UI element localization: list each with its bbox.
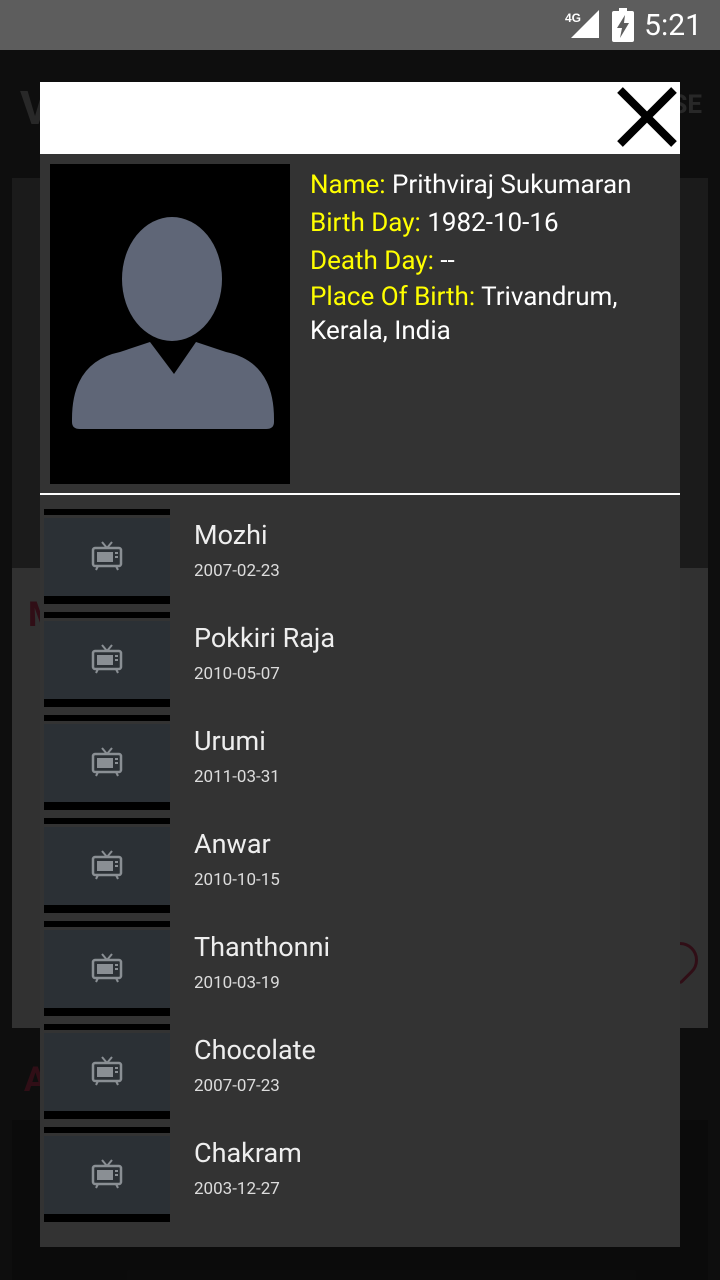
film-strip-bar bbox=[44, 509, 170, 515]
movie-list: Mozhi 2007-02-23 Pokkiri Raja 2010-05-07 Uru… bbox=[40, 509, 680, 1230]
death-day-value: -- bbox=[440, 246, 455, 276]
death-day-label: Death Day: bbox=[310, 246, 434, 276]
movie-release-date: 2003-12-27 bbox=[194, 1179, 280, 1199]
death-day-row: Death Day: -- bbox=[310, 242, 670, 280]
film-strip-bar bbox=[44, 905, 170, 913]
film-strip-bar bbox=[44, 818, 170, 824]
name-value: Prithviraj Sukumaran bbox=[392, 170, 632, 200]
movie-title: Anwar bbox=[194, 828, 271, 860]
svg-text:4G: 4G bbox=[565, 11, 581, 25]
divider bbox=[40, 493, 680, 495]
movie-release-date: 2007-07-23 bbox=[194, 1076, 280, 1096]
person-details: Name: Prithviraj Sukumaran Birth Day: 19… bbox=[310, 166, 670, 348]
status-bar: 4G 5:21 bbox=[0, 0, 720, 50]
birth-day-label: Birth Day: bbox=[310, 208, 421, 238]
movie-thumbnail bbox=[44, 921, 170, 1024]
person-placeholder-icon bbox=[72, 217, 274, 429]
movie-list-item[interactable]: Thanthonni 2010-03-19 bbox=[40, 921, 680, 1024]
movie-list-item[interactable]: Chakram 2003-12-27 bbox=[40, 1127, 680, 1230]
film-strip-bar bbox=[44, 699, 170, 707]
close-button[interactable] bbox=[612, 82, 680, 154]
movie-thumbnail bbox=[44, 818, 170, 921]
film-strip-bar bbox=[44, 921, 170, 927]
film-strip-bar bbox=[44, 715, 170, 721]
tv-placeholder bbox=[44, 518, 170, 596]
movie-list-item[interactable]: Chocolate 2007-07-23 bbox=[40, 1024, 680, 1127]
film-strip-bar bbox=[44, 1008, 170, 1016]
person-dialog: Name: Prithviraj Sukumaran Birth Day: 19… bbox=[40, 82, 680, 1247]
movie-thumbnail bbox=[44, 612, 170, 715]
movie-thumbnail bbox=[44, 1024, 170, 1127]
movie-list-item[interactable]: Pokkiri Raja 2010-05-07 bbox=[40, 612, 680, 715]
tv-placeholder bbox=[44, 930, 170, 1008]
place-of-birth-row: Place Of Birth: Trivandrum, Kerala, Indi… bbox=[310, 280, 670, 348]
profile-photo bbox=[50, 164, 290, 484]
birth-day-value: 1982-10-16 bbox=[427, 208, 559, 238]
movie-title: Pokkiri Raja bbox=[194, 622, 336, 654]
movie-title: Chakram bbox=[194, 1137, 302, 1169]
movie-thumbnail bbox=[44, 715, 170, 818]
signal-4g-icon: 4G bbox=[565, 8, 601, 44]
movie-release-date: 2010-05-07 bbox=[194, 664, 280, 684]
movie-list-item[interactable]: Anwar 2010-10-15 bbox=[40, 818, 680, 921]
film-strip-bar bbox=[44, 1024, 170, 1030]
film-strip-bar bbox=[44, 1127, 170, 1133]
tv-placeholder bbox=[44, 1033, 170, 1111]
movie-list-item[interactable]: Mozhi 2007-02-23 bbox=[40, 509, 680, 612]
movie-title: Mozhi bbox=[194, 519, 268, 551]
film-strip-bar bbox=[44, 802, 170, 810]
name-label: Name: bbox=[310, 170, 386, 200]
movie-title: Urumi bbox=[194, 725, 266, 757]
film-strip-bar bbox=[44, 612, 170, 618]
movie-list-item[interactable]: Urumi 2011-03-31 bbox=[40, 715, 680, 818]
clock: 5:21 bbox=[644, 8, 702, 43]
movie-title: Thanthonni bbox=[194, 931, 331, 963]
birth-day-row: Birth Day: 1982-10-16 bbox=[310, 204, 670, 242]
movie-release-date: 2010-03-19 bbox=[194, 973, 280, 993]
battery-charging-icon bbox=[612, 8, 634, 46]
film-strip-bar bbox=[44, 1214, 170, 1222]
tv-placeholder bbox=[44, 724, 170, 802]
tv-placeholder bbox=[44, 827, 170, 905]
film-strip-bar bbox=[44, 596, 170, 604]
tv-placeholder bbox=[44, 1136, 170, 1214]
dialog-header bbox=[40, 82, 680, 154]
movie-release-date: 2007-02-23 bbox=[194, 561, 280, 581]
movie-thumbnail bbox=[44, 509, 170, 612]
film-strip-bar bbox=[44, 1111, 170, 1119]
movie-release-date: 2011-03-31 bbox=[194, 767, 280, 787]
place-of-birth-label: Place Of Birth: bbox=[310, 282, 476, 312]
movie-release-date: 2010-10-15 bbox=[194, 870, 280, 890]
close-icon bbox=[617, 87, 677, 147]
name-row: Name: Prithviraj Sukumaran bbox=[310, 166, 670, 204]
tv-placeholder bbox=[44, 621, 170, 699]
movie-thumbnail bbox=[44, 1127, 170, 1230]
movie-title: Chocolate bbox=[194, 1034, 316, 1066]
